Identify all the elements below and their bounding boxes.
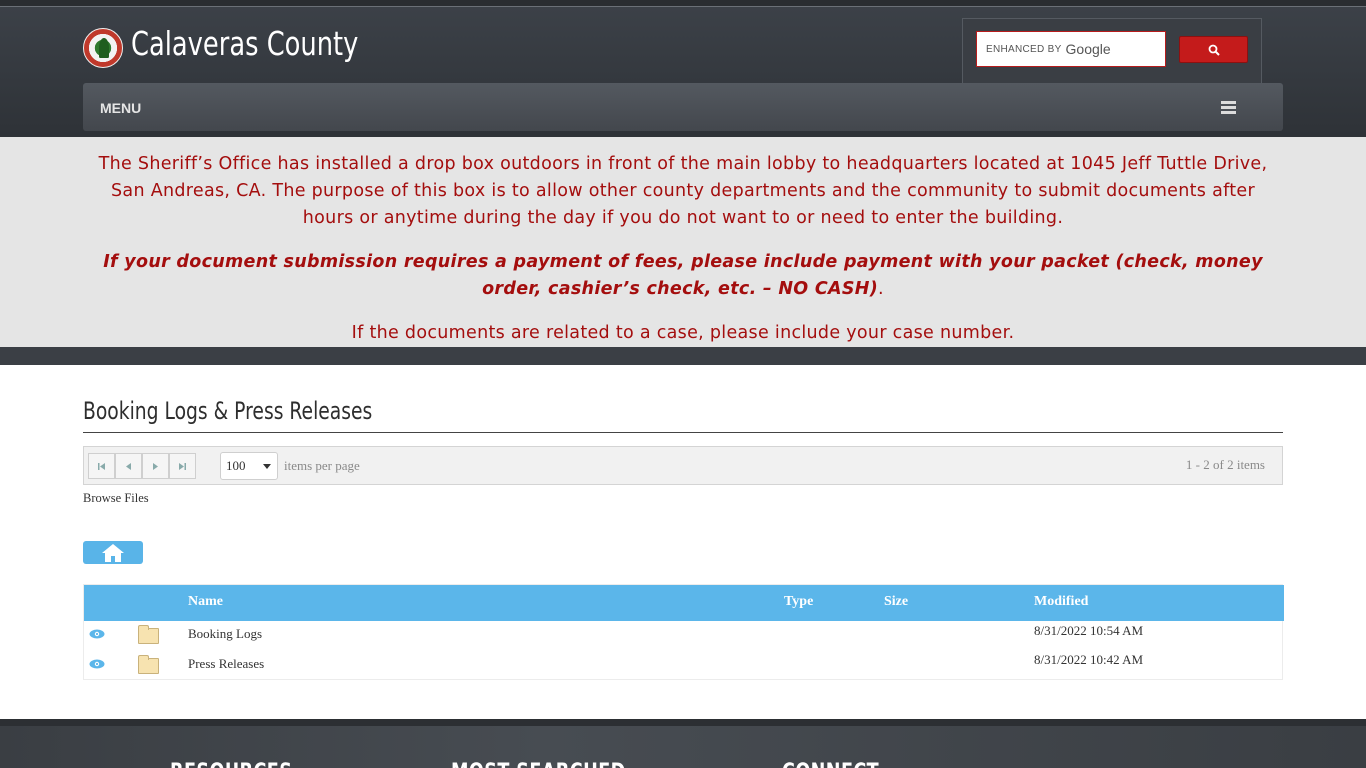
view-eye-icon[interactable] (89, 629, 105, 639)
file-name[interactable]: Press Releases (188, 656, 264, 672)
table-row[interactable]: Press Releases 8/31/2022 10:42 AM (84, 651, 1284, 681)
home-folder-button[interactable] (83, 541, 143, 564)
folder-icon (138, 625, 159, 644)
items-per-page-select[interactable]: 100 (220, 452, 278, 480)
footer-heading-connect: CONNECT (782, 760, 879, 768)
footer-heading-most-searched: MOST SEARCHED (451, 760, 626, 768)
prev-page-icon (126, 462, 131, 470)
footer-heading-resources: RESOURCES (170, 760, 292, 768)
title-divider (83, 432, 1283, 433)
alert-text-dropbox: The Sheriff’s Office has installed a dro… (98, 154, 1268, 228)
next-page-icon (153, 462, 158, 470)
search-enhanced-label: ENHANCED BY (986, 43, 1062, 55)
items-per-page-label: items per page (284, 458, 360, 473)
prev-page-button[interactable] (115, 453, 142, 479)
search-container: ENHANCED BY Google (962, 18, 1262, 84)
site-title[interactable]: Calaveras County (131, 24, 358, 63)
column-header-size[interactable]: Size (884, 594, 908, 610)
menu-label[interactable]: MENU (100, 100, 141, 116)
browse-files-label: Browse Files (83, 491, 149, 505)
county-seal-logo[interactable] (83, 28, 123, 68)
alert-text-payment: If your document submission requires a p… (103, 252, 1263, 299)
first-page-button[interactable] (88, 453, 115, 479)
alert-banner: The Sheriff’s Office has installed a dro… (0, 137, 1366, 347)
search-icon (1208, 44, 1220, 56)
table-row[interactable]: Booking Logs 8/31/2022 10:54 AM (84, 621, 1284, 651)
file-modified: 8/31/2022 10:42 AM (1034, 652, 1144, 667)
file-name[interactable]: Booking Logs (188, 626, 262, 642)
pager-toolbar: 100 items per page 1 - 2 of 2 items (83, 446, 1283, 485)
column-header-name[interactable]: Name (188, 594, 223, 610)
hamburger-menu-icon[interactable] (1221, 101, 1236, 115)
page-title: Booking Logs & Press Releases (83, 397, 373, 425)
first-page-icon (98, 462, 105, 470)
item-count: 1 - 2 of 2 items (1185, 457, 1265, 472)
grid-header: Name Type Size Modified (84, 585, 1284, 621)
column-header-modified[interactable]: Modified (1034, 594, 1088, 610)
search-input[interactable]: ENHANCED BY Google (976, 31, 1166, 67)
last-page-icon (179, 462, 186, 470)
alert-text-case-number: If the documents are related to a case, … (351, 323, 1015, 343)
google-wordmark: Google (1065, 41, 1111, 57)
home-icon (102, 543, 124, 562)
search-button[interactable] (1179, 36, 1248, 63)
folder-icon (138, 655, 159, 674)
chevron-down-icon (263, 464, 271, 469)
column-header-type[interactable]: Type (784, 594, 813, 610)
file-modified: 8/31/2022 10:54 AM (1034, 623, 1144, 638)
divider-band (0, 347, 1366, 365)
main-menu-bar: MENU (83, 83, 1283, 131)
next-page-button[interactable] (142, 453, 169, 479)
last-page-button[interactable] (169, 453, 196, 479)
items-per-page-value: 100 (226, 458, 246, 473)
site-footer: RESOURCES MOST SEARCHED CONNECT (0, 719, 1366, 768)
file-grid: Name Type Size Modified Booking Logs 8/3… (83, 584, 1284, 681)
site-header: Calaveras County ENHANCED BY Google MENU (0, 0, 1366, 137)
view-eye-icon[interactable] (89, 659, 105, 669)
